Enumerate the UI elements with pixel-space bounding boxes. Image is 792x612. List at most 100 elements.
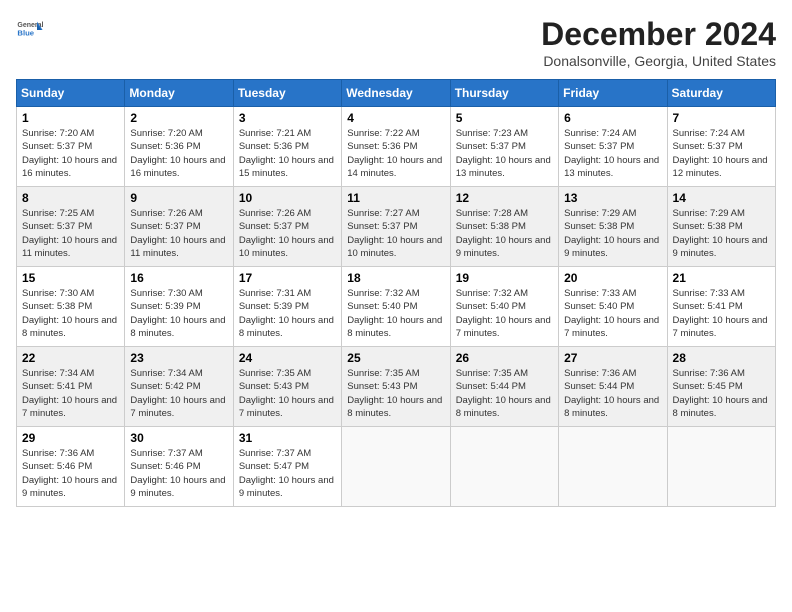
day-content: Sunrise: 7:33 AMSunset: 5:40 PMDaylight:… [564, 287, 661, 340]
day-number: 3 [239, 111, 336, 125]
day-number: 9 [130, 191, 227, 205]
calendar-cell: 27Sunrise: 7:36 AMSunset: 5:44 PMDayligh… [559, 347, 667, 427]
day-number: 20 [564, 271, 661, 285]
day-content: Sunrise: 7:36 AMSunset: 5:45 PMDaylight:… [673, 367, 770, 420]
day-number: 31 [239, 431, 336, 445]
day-header-friday: Friday [559, 80, 667, 107]
day-content: Sunrise: 7:29 AMSunset: 5:38 PMDaylight:… [564, 207, 661, 260]
calendar-cell: 16 Sunrise: 7:30 AMSunset: 5:39 PMDayligh… [125, 267, 233, 347]
day-number: 1 [22, 111, 119, 125]
calendar-cell: 8 Sunrise: 7:25 AMSunset: 5:37 PMDaylight… [17, 187, 125, 267]
day-content: Sunrise: 7:30 AMSunset: 5:39 PMDaylight:… [130, 287, 227, 340]
calendar-cell: 30Sunrise: 7:37 AMSunset: 5:46 PMDayligh… [125, 427, 233, 507]
day-content: Sunrise: 7:22 AMSunset: 5:36 PMDaylight:… [347, 127, 444, 180]
day-number: 19 [456, 271, 553, 285]
day-number: 13 [564, 191, 661, 205]
calendar-cell [667, 427, 775, 507]
day-content: Sunrise: 7:20 AMSunset: 5:36 PMDaylight:… [130, 127, 227, 180]
calendar-cell: 21 Sunrise: 7:33 AMSunset: 5:41 PMDayligh… [667, 267, 775, 347]
week-row-1: 1 Sunrise: 7:20 AMSunset: 5:37 PMDaylight… [17, 107, 776, 187]
day-content: Sunrise: 7:32 AMSunset: 5:40 PMDaylight:… [456, 287, 553, 340]
day-number: 26 [456, 351, 553, 365]
day-number: 12 [456, 191, 553, 205]
month-year-title: December 2024 [541, 16, 776, 53]
day-number: 25 [347, 351, 444, 365]
calendar-cell: 4 Sunrise: 7:22 AMSunset: 5:36 PMDaylight… [342, 107, 450, 187]
day-content: Sunrise: 7:24 AMSunset: 5:37 PMDaylight:… [564, 127, 661, 180]
calendar-cell: 15Sunrise: 7:30 AMSunset: 5:38 PMDayligh… [17, 267, 125, 347]
calendar-cell [342, 427, 450, 507]
logo-icon: General Blue [16, 16, 44, 44]
day-number: 6 [564, 111, 661, 125]
calendar-cell: 18Sunrise: 7:32 AMSunset: 5:40 PMDayligh… [342, 267, 450, 347]
day-content: Sunrise: 7:20 AMSunset: 5:37 PMDaylight:… [22, 127, 119, 180]
calendar-cell: 1 Sunrise: 7:20 AMSunset: 5:37 PMDaylight… [17, 107, 125, 187]
day-number: 24 [239, 351, 336, 365]
calendar-cell: 31 Sunrise: 7:37 AMSunset: 5:47 PMDayligh… [233, 427, 341, 507]
day-content: Sunrise: 7:27 AMSunset: 5:37 PMDaylight:… [347, 207, 444, 260]
week-row-4: 22Sunrise: 7:34 AMSunset: 5:41 PMDayligh… [17, 347, 776, 427]
calendar-cell [450, 427, 558, 507]
title-block: December 2024 Donalsonville, Georgia, Un… [541, 16, 776, 69]
calendar-cell: 2 Sunrise: 7:20 AMSunset: 5:36 PMDaylight… [125, 107, 233, 187]
calendar-cell: 10 Sunrise: 7:26 AMSunset: 5:37 PMDayligh… [233, 187, 341, 267]
day-header-saturday: Saturday [667, 80, 775, 107]
calendar-cell: 28 Sunrise: 7:36 AMSunset: 5:45 PMDayligh… [667, 347, 775, 427]
day-content: Sunrise: 7:33 AMSunset: 5:41 PMDaylight:… [673, 287, 770, 340]
calendar-cell: 13 Sunrise: 7:29 AMSunset: 5:38 PMDayligh… [559, 187, 667, 267]
day-content: Sunrise: 7:23 AMSunset: 5:37 PMDaylight:… [456, 127, 553, 180]
calendar-cell: 11Sunrise: 7:27 AMSunset: 5:37 PMDayligh… [342, 187, 450, 267]
calendar-cell: 26Sunrise: 7:35 AMSunset: 5:44 PMDayligh… [450, 347, 558, 427]
calendar-cell: 14 Sunrise: 7:29 AMSunset: 5:38 PMDayligh… [667, 187, 775, 267]
day-content: Sunrise: 7:24 AMSunset: 5:37 PMDaylight:… [673, 127, 770, 180]
day-content: Sunrise: 7:34 AMSunset: 5:42 PMDaylight:… [130, 367, 227, 420]
day-content: Sunrise: 7:30 AMSunset: 5:38 PMDaylight:… [22, 287, 119, 340]
day-number: 14 [673, 191, 770, 205]
day-content: Sunrise: 7:36 AMSunset: 5:46 PMDaylight:… [22, 447, 119, 500]
day-content: Sunrise: 7:28 AMSunset: 5:38 PMDaylight:… [456, 207, 553, 260]
day-number: 28 [673, 351, 770, 365]
header: General Blue December 2024 Donalsonville… [16, 16, 776, 69]
week-row-2: 8 Sunrise: 7:25 AMSunset: 5:37 PMDaylight… [17, 187, 776, 267]
day-content: Sunrise: 7:32 AMSunset: 5:40 PMDaylight:… [347, 287, 444, 340]
day-content: Sunrise: 7:35 AMSunset: 5:43 PMDaylight:… [347, 367, 444, 420]
calendar-table: SundayMondayTuesdayWednesdayThursdayFrid… [16, 79, 776, 507]
day-number: 21 [673, 271, 770, 285]
calendar-cell: 25 Sunrise: 7:35 AMSunset: 5:43 PMDayligh… [342, 347, 450, 427]
calendar-cell: 12 Sunrise: 7:28 AMSunset: 5:38 PMDayligh… [450, 187, 558, 267]
day-content: Sunrise: 7:34 AMSunset: 5:41 PMDaylight:… [22, 367, 119, 420]
calendar-cell: 7Sunrise: 7:24 AMSunset: 5:37 PMDaylight… [667, 107, 775, 187]
day-content: Sunrise: 7:37 AMSunset: 5:46 PMDaylight:… [130, 447, 227, 500]
day-content: Sunrise: 7:26 AMSunset: 5:37 PMDaylight:… [239, 207, 336, 260]
day-content: Sunrise: 7:31 AMSunset: 5:39 PMDaylight:… [239, 287, 336, 340]
calendar-cell: 3 Sunrise: 7:21 AMSunset: 5:36 PMDaylight… [233, 107, 341, 187]
day-header-sunday: Sunday [17, 80, 125, 107]
day-content: Sunrise: 7:35 AMSunset: 5:43 PMDaylight:… [239, 367, 336, 420]
day-header-tuesday: Tuesday [233, 80, 341, 107]
calendar-cell: 24 Sunrise: 7:35 AMSunset: 5:43 PMDayligh… [233, 347, 341, 427]
location-subtitle: Donalsonville, Georgia, United States [541, 53, 776, 69]
calendar-cell: 20 Sunrise: 7:33 AMSunset: 5:40 PMDayligh… [559, 267, 667, 347]
day-header-wednesday: Wednesday [342, 80, 450, 107]
week-row-3: 15Sunrise: 7:30 AMSunset: 5:38 PMDayligh… [17, 267, 776, 347]
day-number: 5 [456, 111, 553, 125]
day-content: Sunrise: 7:37 AMSunset: 5:47 PMDaylight:… [239, 447, 336, 500]
day-content: Sunrise: 7:36 AMSunset: 5:44 PMDaylight:… [564, 367, 661, 420]
day-number: 4 [347, 111, 444, 125]
svg-text:Blue: Blue [17, 29, 34, 38]
calendar-cell: 17Sunrise: 7:31 AMSunset: 5:39 PMDayligh… [233, 267, 341, 347]
day-content: Sunrise: 7:21 AMSunset: 5:36 PMDaylight:… [239, 127, 336, 180]
week-row-5: 29 Sunrise: 7:36 AMSunset: 5:46 PMDayligh… [17, 427, 776, 507]
day-number: 29 [22, 431, 119, 445]
day-content: Sunrise: 7:25 AMSunset: 5:37 PMDaylight:… [22, 207, 119, 260]
logo: General Blue [16, 16, 44, 44]
day-content: Sunrise: 7:29 AMSunset: 5:38 PMDaylight:… [673, 207, 770, 260]
calendar-cell: 6 Sunrise: 7:24 AMSunset: 5:37 PMDaylight… [559, 107, 667, 187]
days-header-row: SundayMondayTuesdayWednesdayThursdayFrid… [17, 80, 776, 107]
day-number: 10 [239, 191, 336, 205]
day-number: 2 [130, 111, 227, 125]
day-number: 8 [22, 191, 119, 205]
calendar-cell: 29 Sunrise: 7:36 AMSunset: 5:46 PMDayligh… [17, 427, 125, 507]
day-number: 16 [130, 271, 227, 285]
calendar-cell [559, 427, 667, 507]
